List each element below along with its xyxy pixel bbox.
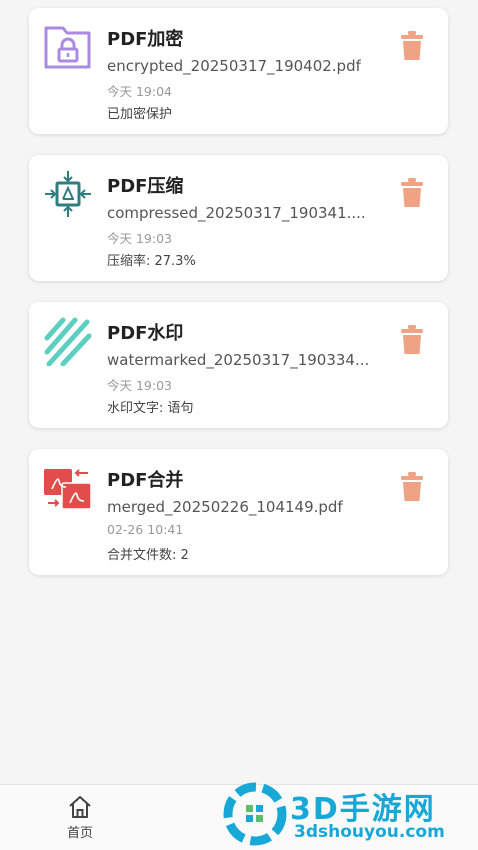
- card-title: PDF水印: [107, 323, 184, 344]
- card-detail: 水印文字: 语句: [107, 401, 194, 416]
- watermark-url: 3dshouyou.com: [294, 822, 445, 842]
- card-detail: 压缩率: 27.3%: [107, 254, 196, 269]
- card-title: PDF压缩: [107, 176, 184, 197]
- watermark-logo-icon: [223, 782, 287, 846]
- history-card-encrypt[interactable]: PDF加密 encrypted_20250317_190402.pdf 今天 1…: [29, 8, 448, 134]
- card-time: 今天 19:03: [107, 378, 172, 393]
- card-time: 02-26 10:41: [107, 522, 184, 537]
- card-filename: merged_20250226_104149.pdf: [107, 498, 343, 516]
- card-filename: encrypted_20250317_190402.pdf: [107, 57, 361, 75]
- history-card-compress[interactable]: PDF压缩 compressed_20250317_190341.... 今天 …: [29, 155, 448, 281]
- card-time: 今天 19:04: [107, 84, 172, 99]
- card-title: PDF加密: [107, 29, 184, 50]
- home-icon: [69, 796, 91, 818]
- card-filename: watermarked_20250317_190334...: [107, 351, 370, 369]
- history-card-watermark[interactable]: PDF水印 watermarked_20250317_190334... 今天 …: [29, 302, 448, 428]
- delete-icon[interactable]: [400, 471, 424, 503]
- compress-icon: [45, 171, 91, 217]
- delete-icon[interactable]: [400, 30, 424, 62]
- card-detail: 合并文件数: 2: [107, 548, 189, 563]
- card-time: 今天 19:03: [107, 231, 172, 246]
- history-card-merge[interactable]: PDF合并 merged_20250226_104149.pdf 02-26 1…: [29, 449, 448, 575]
- card-title: PDF合并: [107, 470, 184, 491]
- card-filename: compressed_20250317_190341....: [107, 204, 366, 222]
- card-detail: 已加密保护: [107, 107, 173, 122]
- nav-home-label: 首页: [66, 826, 93, 841]
- watermark-stripes-icon: [44, 317, 92, 366]
- merge-pdf-icon: [44, 469, 92, 510]
- site-watermark: 3D手游网 3dshouyou.com: [222, 778, 478, 850]
- delete-icon[interactable]: [400, 177, 424, 209]
- lock-folder-icon: [44, 26, 91, 69]
- delete-icon[interactable]: [400, 324, 424, 356]
- nav-home-tab[interactable]: 首页: [55, 795, 105, 845]
